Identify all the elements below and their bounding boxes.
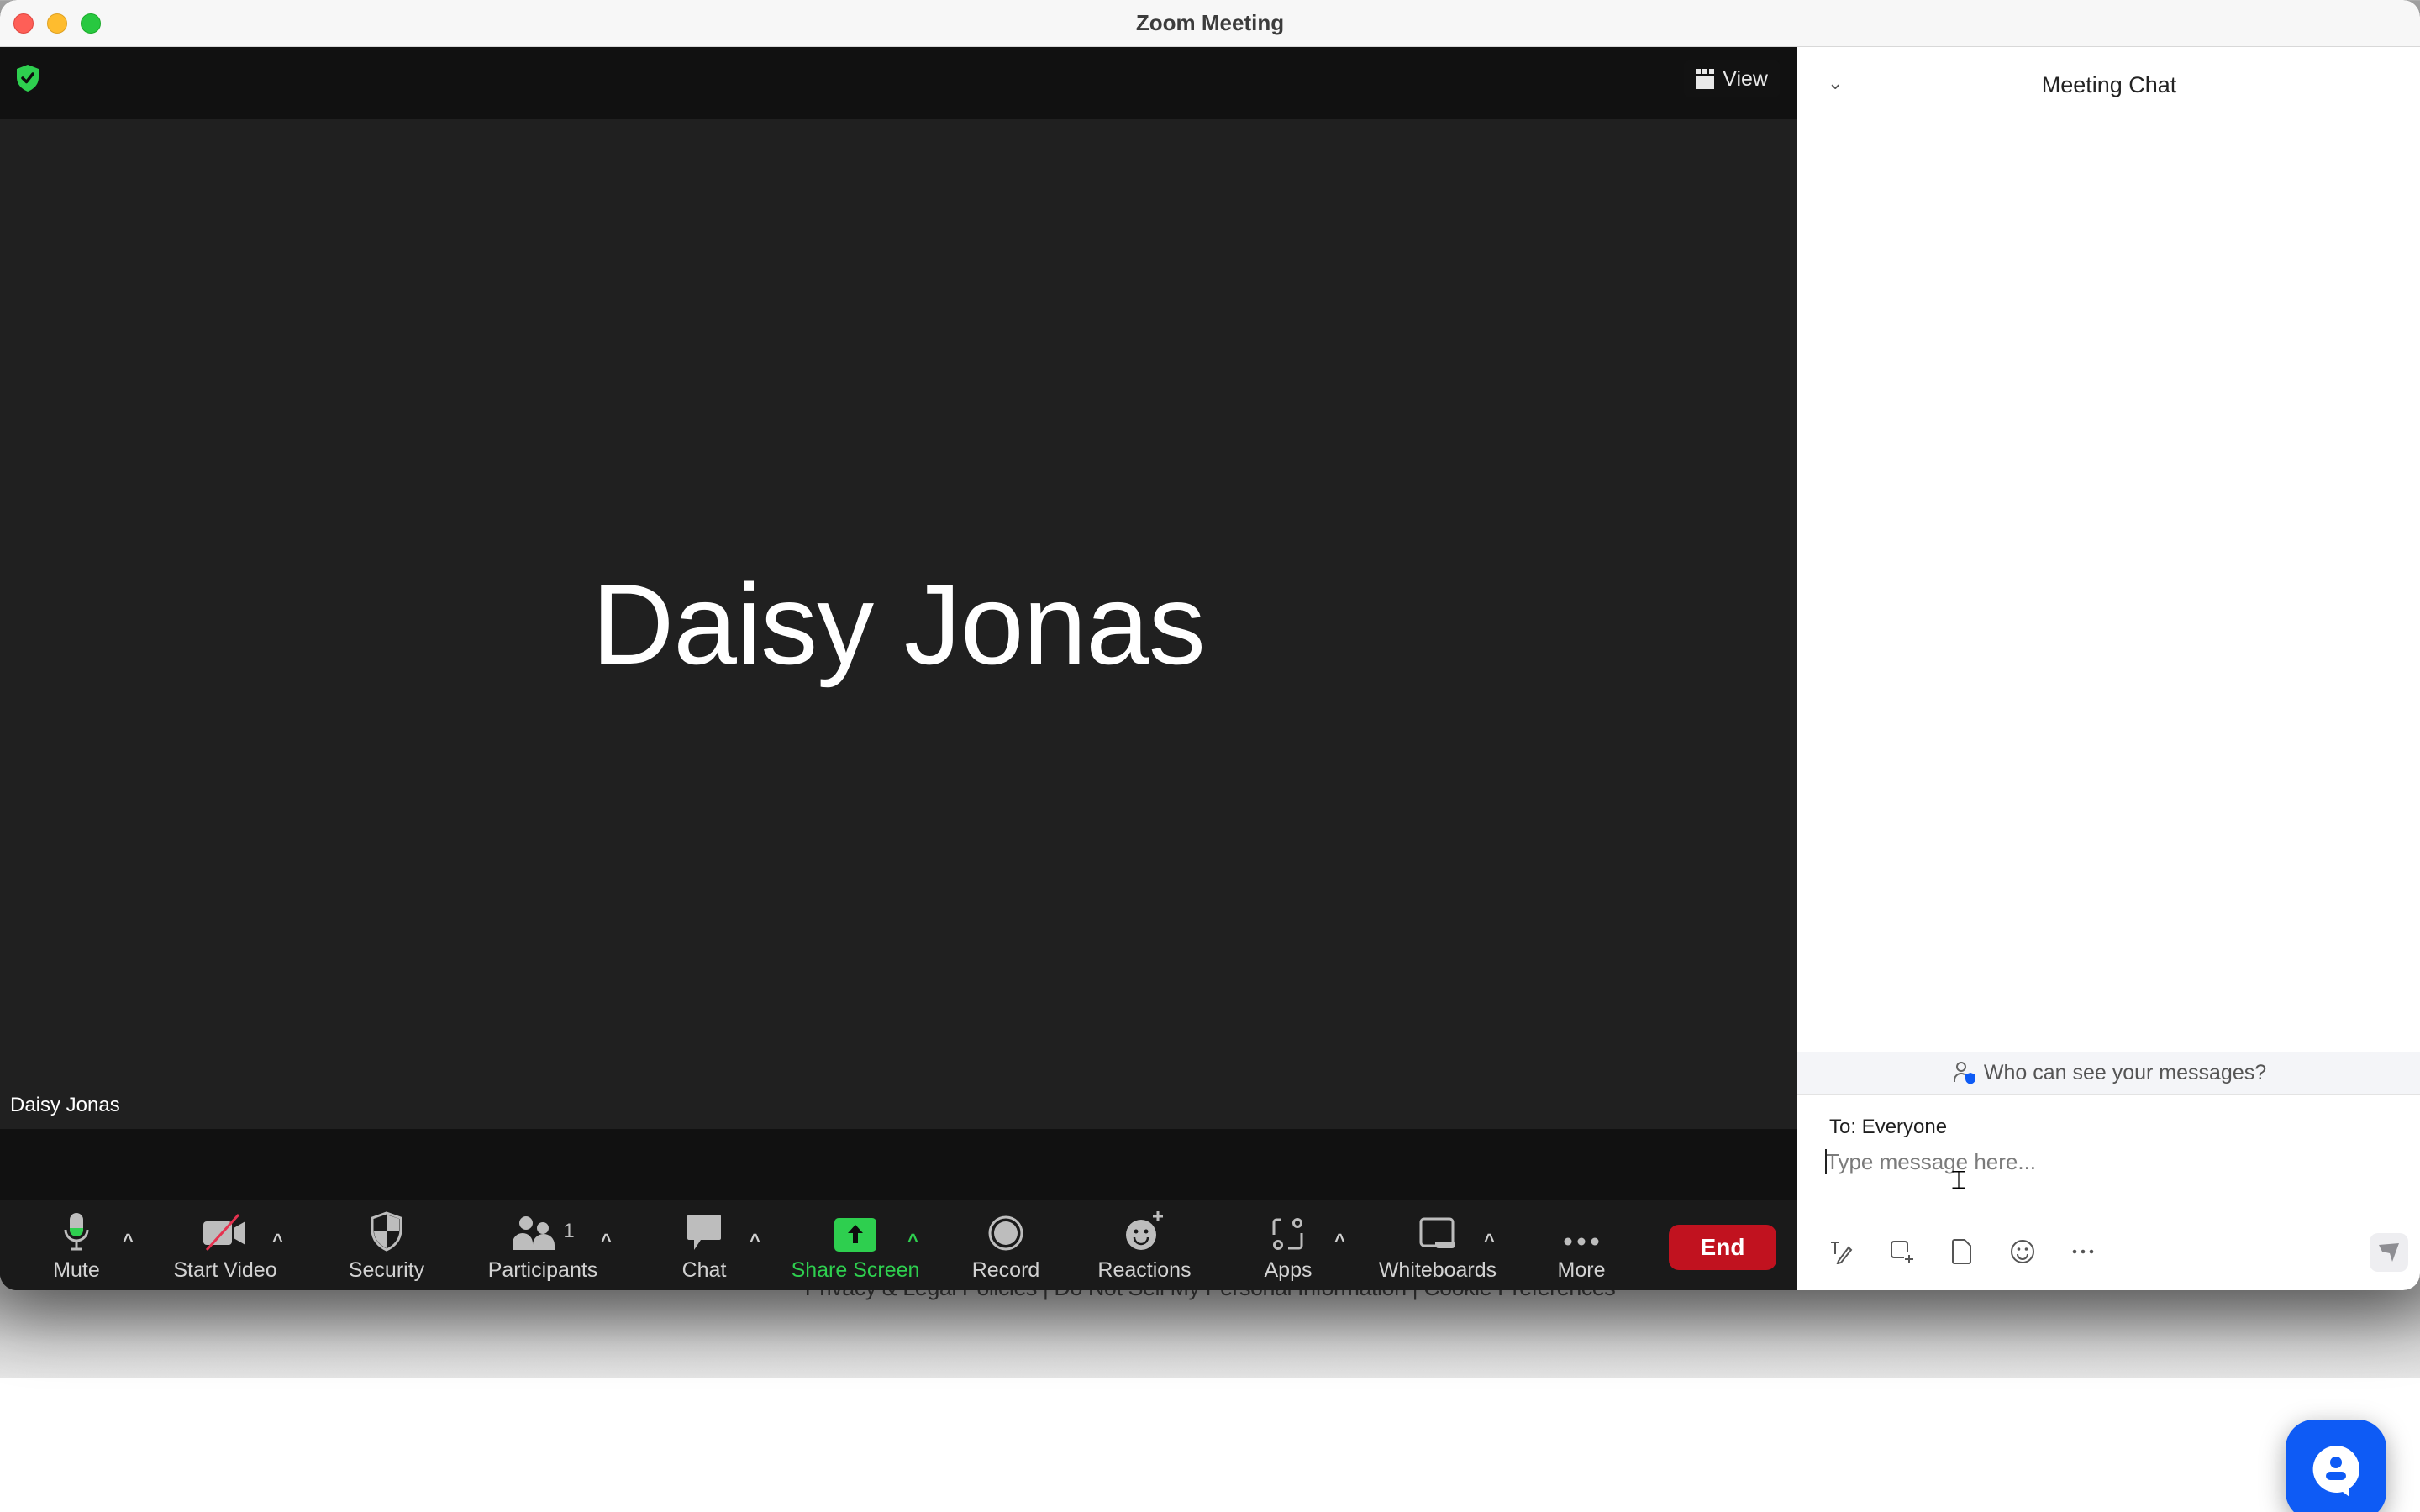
window-controls	[13, 13, 101, 34]
mute-button[interactable]: Mute	[47, 1200, 106, 1290]
window-title: Zoom Meeting	[1135, 10, 1285, 35]
screenshot-button[interactable]	[1883, 1233, 1920, 1270]
chat-button[interactable]: Chat	[672, 1200, 736, 1290]
chat-header: ⌄ Meeting Chat	[1797, 47, 2420, 123]
reactions-button[interactable]: Reactions	[1096, 1200, 1193, 1290]
more-label: More	[1557, 1258, 1606, 1282]
meeting-stage: View Daisy Jonas Daisy Jonas Mute ^ Star…	[0, 47, 1797, 1290]
text-cursor	[1825, 1149, 1827, 1174]
apps-options-chevron-up-icon[interactable]: ^	[1334, 1230, 1345, 1252]
microphone-icon	[64, 1213, 89, 1251]
meeting-top-bar: View	[0, 47, 1797, 119]
minimize-window-button[interactable]	[47, 13, 67, 34]
view-label: View	[1723, 66, 1768, 91]
chat-title: Meeting Chat	[2041, 71, 2177, 97]
collapse-chat-chevron-down-icon[interactable]: ⌄	[1828, 72, 1843, 94]
record-button[interactable]: Record	[966, 1200, 1045, 1290]
apps-icon	[1272, 1218, 1303, 1250]
mouse-ibeam-cursor: ⌶	[1951, 1166, 1966, 1195]
format-text-button[interactable]	[1823, 1233, 1860, 1270]
share-options-chevron-up-icon[interactable]: ^	[908, 1230, 918, 1252]
mute-label: Mute	[53, 1258, 100, 1282]
participant-name-label: Daisy Jonas	[10, 1094, 120, 1116]
share-screen-button[interactable]: Share Screen	[788, 1200, 923, 1290]
zoom-meeting-window: Zoom Meeting View Daisy Jonas Daisy Jona…	[0, 0, 2420, 1290]
whiteboards-options-chevron-up-icon[interactable]: ^	[1484, 1230, 1495, 1252]
participants-icon	[513, 1216, 555, 1250]
title-bar: Zoom Meeting	[0, 0, 2420, 47]
support-chat-icon	[2312, 1446, 2360, 1497]
file-button[interactable]	[1944, 1233, 1981, 1270]
participants-count: 1	[563, 1220, 575, 1242]
more-icon	[1564, 1237, 1599, 1246]
recipient-selector[interactable]: To: Everyone	[1829, 1116, 1947, 1139]
meeting-controls-toolbar: Mute ^ Start Video ^ Security 1 Particip…	[0, 1200, 1797, 1290]
more-button[interactable]: More	[1555, 1200, 1608, 1290]
screenshot-icon	[1891, 1241, 1913, 1263]
chat-tools	[1823, 1233, 2102, 1270]
audio-options-chevron-up-icon[interactable]: ^	[123, 1230, 134, 1252]
chat-bubble-icon	[687, 1215, 721, 1250]
video-options-chevron-up-icon[interactable]: ^	[272, 1230, 283, 1252]
support-chat-button[interactable]	[2286, 1420, 2386, 1512]
share-screen-icon	[834, 1218, 876, 1252]
privacy-notice-text: Who can see your messages?	[1983, 1060, 2267, 1084]
participants-button[interactable]: 1 Participants	[482, 1200, 603, 1290]
participants-options-chevron-up-icon[interactable]: ^	[601, 1230, 612, 1252]
security-label: Security	[348, 1258, 425, 1282]
reactions-label: Reactions	[1097, 1258, 1192, 1282]
view-button[interactable]: View	[1684, 60, 1780, 97]
encryption-badge[interactable]	[12, 62, 44, 94]
record-label: Record	[971, 1258, 1040, 1282]
more-icon	[2072, 1249, 2094, 1254]
whiteboards-button[interactable]: Whiteboards	[1375, 1200, 1501, 1290]
participant-video-tile[interactable]: Daisy Jonas Daisy Jonas	[0, 119, 1797, 1129]
apps-label: Apps	[1264, 1258, 1313, 1282]
whiteboards-label: Whiteboards	[1378, 1258, 1497, 1282]
share-screen-label: Share Screen	[791, 1258, 920, 1282]
shield-icon	[371, 1211, 402, 1252]
emoji-button[interactable]	[2004, 1233, 2041, 1270]
record-icon	[988, 1215, 1023, 1251]
close-window-button[interactable]	[13, 13, 34, 34]
message-privacy-link[interactable]: Who can see your messages?	[1797, 1052, 2420, 1095]
video-off-icon	[203, 1213, 245, 1252]
format-text-icon	[1831, 1242, 1853, 1264]
file-icon	[1952, 1239, 1971, 1264]
chat-label: Chat	[681, 1258, 727, 1282]
maximize-window-button[interactable]	[81, 13, 101, 34]
more-chat-options-button[interactable]	[2065, 1233, 2102, 1270]
background-page-area	[0, 1378, 2420, 1512]
send-icon	[2379, 1243, 2399, 1262]
whiteboard-icon	[1419, 1217, 1455, 1248]
end-meeting-button[interactable]: End	[1669, 1225, 1776, 1270]
participants-label: Participants	[487, 1258, 598, 1282]
security-button[interactable]: Security	[345, 1200, 429, 1290]
user-shield-icon	[1953, 1062, 1975, 1084]
grid-view-icon	[1696, 69, 1715, 89]
shield-check-icon	[17, 65, 39, 92]
reactions-icon	[1126, 1211, 1163, 1250]
chat-options-chevron-up-icon[interactable]: ^	[750, 1230, 760, 1252]
send-message-button[interactable]	[2370, 1233, 2408, 1272]
meeting-chat-panel: ⌄ Meeting Chat Who can see your messages…	[1797, 47, 2420, 1290]
participant-display-name: Daisy Jonas	[592, 560, 1206, 688]
start-video-button[interactable]: Start Video	[171, 1200, 280, 1290]
apps-button[interactable]: Apps	[1260, 1200, 1316, 1290]
emoji-icon	[2011, 1240, 2034, 1263]
start-video-label: Start Video	[173, 1258, 277, 1282]
